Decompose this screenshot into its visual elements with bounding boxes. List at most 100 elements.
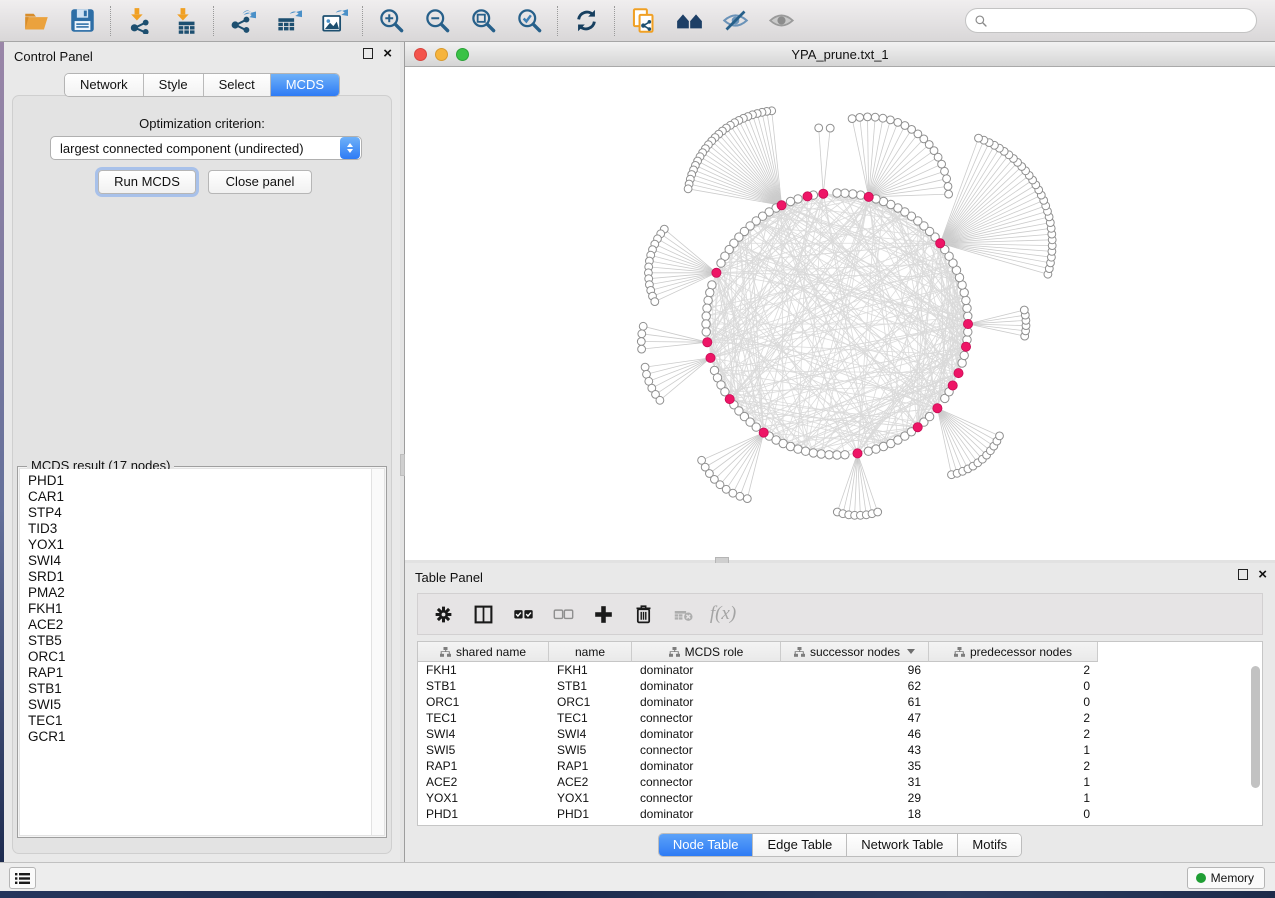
cell[interactable]: SWI4	[418, 726, 549, 742]
result-item[interactable]: PMA2	[20, 585, 384, 601]
table-row[interactable]: YOX1YOX1connector291	[418, 790, 1262, 806]
show-columns-icon[interactable]	[468, 599, 498, 629]
result-item[interactable]: GCR1	[20, 729, 384, 745]
cell[interactable]: 2	[929, 758, 1098, 774]
cell[interactable]: 47	[781, 710, 929, 726]
cell[interactable]: 62	[781, 678, 929, 694]
float-panel-icon[interactable]	[363, 48, 373, 59]
cell[interactable]: STB1	[549, 678, 632, 694]
cell[interactable]: dominator	[632, 694, 781, 710]
result-item[interactable]: SRD1	[20, 569, 384, 585]
settings-gear-icon[interactable]	[428, 599, 458, 629]
save-session-icon[interactable]	[66, 5, 98, 37]
cell[interactable]: 46	[781, 726, 929, 742]
zoom-fit-icon[interactable]	[467, 5, 499, 37]
result-item[interactable]: STB1	[20, 681, 384, 697]
cell[interactable]: connector	[632, 742, 781, 758]
cell[interactable]: SWI5	[418, 742, 549, 758]
export-network-icon[interactable]	[226, 5, 258, 37]
cell[interactable]: PHD1	[418, 806, 549, 822]
result-item[interactable]: ACE2	[20, 617, 384, 633]
cell[interactable]: connector	[632, 774, 781, 790]
cell[interactable]: 0	[929, 806, 1098, 822]
cell[interactable]: dominator	[632, 662, 781, 678]
minimize-window-icon[interactable]	[435, 48, 448, 61]
cell[interactable]: connector	[632, 710, 781, 726]
export-image-icon[interactable]	[318, 5, 350, 37]
result-item[interactable]: TID3	[20, 521, 384, 537]
cell[interactable]: TEC1	[549, 710, 632, 726]
result-item[interactable]: ORC1	[20, 649, 384, 665]
close-window-icon[interactable]	[414, 48, 427, 61]
cell[interactable]: 35	[781, 758, 929, 774]
search-box[interactable]	[965, 8, 1257, 33]
close-panel-icon[interactable]: ×	[383, 48, 392, 59]
memory-button[interactable]: Memory	[1187, 867, 1265, 889]
deselect-all-icon[interactable]	[548, 599, 578, 629]
cell[interactable]: 1	[929, 742, 1098, 758]
result-item[interactable]: RAP1	[20, 665, 384, 681]
cell[interactable]: 0	[929, 694, 1098, 710]
result-item[interactable]: SWI4	[20, 553, 384, 569]
zoom-in-icon[interactable]	[375, 5, 407, 37]
open-file-icon[interactable]	[20, 5, 52, 37]
tab-edge-table[interactable]: Edge Table	[753, 834, 847, 856]
maximize-window-icon[interactable]	[456, 48, 469, 61]
cell[interactable]: RAP1	[418, 758, 549, 774]
cell[interactable]: dominator	[632, 758, 781, 774]
hide-selected-icon[interactable]	[719, 5, 751, 37]
result-item[interactable]: FKH1	[20, 601, 384, 617]
cell[interactable]: 29	[781, 790, 929, 806]
cell[interactable]: 43	[781, 742, 929, 758]
column-header-shared-name[interactable]: shared name	[418, 642, 549, 662]
result-item[interactable]: YOX1	[20, 537, 384, 553]
clone-network-icon[interactable]	[627, 5, 659, 37]
tab-network[interactable]: Network	[65, 74, 144, 96]
select-all-icon[interactable]	[508, 599, 538, 629]
column-header-MCDS-role[interactable]: MCDS role	[632, 642, 781, 662]
zoom-out-icon[interactable]	[421, 5, 453, 37]
cell[interactable]: 18	[781, 806, 929, 822]
tab-network-table[interactable]: Network Table	[847, 834, 958, 856]
apply-layout-icon[interactable]	[570, 5, 602, 37]
add-column-icon[interactable]	[588, 599, 618, 629]
result-item[interactable]: STB5	[20, 633, 384, 649]
float-panel-icon[interactable]	[1238, 569, 1248, 580]
table-row[interactable]: RAP1RAP1dominator352	[418, 758, 1262, 774]
export-table-icon[interactable]	[272, 5, 304, 37]
result-item[interactable]: SWI5	[20, 697, 384, 713]
table-row[interactable]: SWI4SWI4dominator462	[418, 726, 1262, 742]
cell[interactable]: 61	[781, 694, 929, 710]
cell[interactable]: 1	[929, 774, 1098, 790]
cell[interactable]: 2	[929, 726, 1098, 742]
result-item[interactable]: TEC1	[20, 713, 384, 729]
cell[interactable]: 2	[929, 710, 1098, 726]
table-row[interactable]: STB1STB1dominator620	[418, 678, 1262, 694]
import-table-icon[interactable]	[169, 5, 201, 37]
import-network-icon[interactable]	[123, 5, 155, 37]
cell[interactable]: TEC1	[418, 710, 549, 726]
cell[interactable]: STB1	[418, 678, 549, 694]
tab-style[interactable]: Style	[144, 74, 204, 96]
criterion-dropdown[interactable]: largest connected component (undirected)	[50, 136, 362, 160]
table-row[interactable]: FKH1FKH1dominator962	[418, 662, 1262, 678]
result-item[interactable]: STP4	[20, 505, 384, 521]
tab-motifs[interactable]: Motifs	[958, 834, 1021, 856]
first-neighbors-icon[interactable]	[673, 5, 705, 37]
network-canvas[interactable]	[405, 67, 1275, 560]
show-all-icon[interactable]	[765, 5, 797, 37]
cell[interactable]: ACE2	[549, 774, 632, 790]
cell[interactable]: 96	[781, 662, 929, 678]
run-mcds-button[interactable]: Run MCDS	[98, 170, 196, 194]
cell[interactable]: connector	[632, 790, 781, 806]
table-row[interactable]: ORC1ORC1dominator610	[418, 694, 1262, 710]
cell[interactable]: ACE2	[418, 774, 549, 790]
mcds-result-list[interactable]: PHD1CAR1STP4TID3YOX1SWI4SRD1PMA2FKH1ACE2…	[20, 469, 384, 835]
cell[interactable]: RAP1	[549, 758, 632, 774]
cell[interactable]: YOX1	[549, 790, 632, 806]
cell[interactable]: 0	[929, 678, 1098, 694]
table-row[interactable]: TEC1TEC1connector472	[418, 710, 1262, 726]
column-header-successor-nodes[interactable]: successor nodes	[781, 642, 929, 662]
cell[interactable]: dominator	[632, 806, 781, 822]
tab-select[interactable]: Select	[204, 74, 271, 96]
